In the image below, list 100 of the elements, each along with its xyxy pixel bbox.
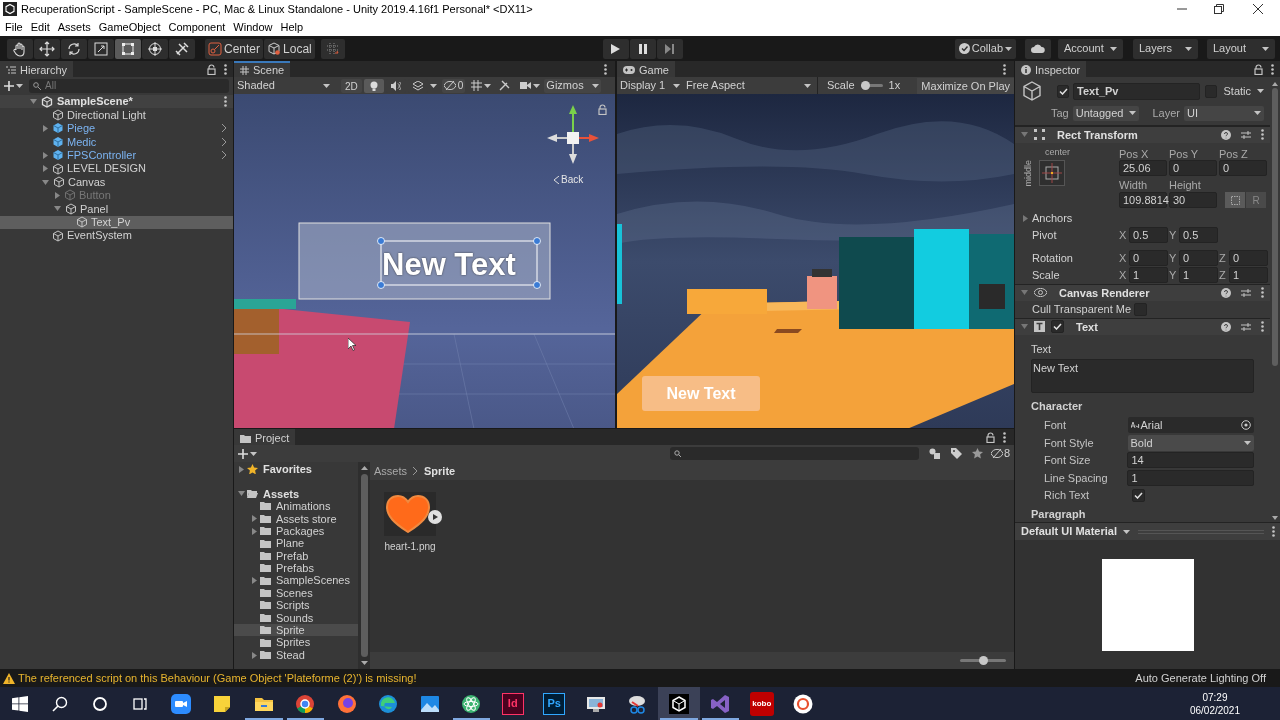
lock-icon[interactable] bbox=[1254, 63, 1263, 75]
folder-item[interactable]: Plane bbox=[234, 537, 358, 550]
tag-dropdown[interactable]: Untagged bbox=[1072, 105, 1140, 121]
camera-icon[interactable] bbox=[520, 81, 532, 90]
number-field[interactable]: 1 bbox=[1229, 267, 1268, 283]
play-button[interactable] bbox=[602, 38, 629, 59]
more-icon[interactable] bbox=[224, 96, 227, 108]
collapsed-arrow-icon[interactable] bbox=[1023, 214, 1028, 222]
folder-item[interactable]: Sounds bbox=[234, 611, 358, 625]
folder-item[interactable]: Packages bbox=[234, 524, 358, 538]
folder-item[interactable]: Favorites bbox=[234, 463, 358, 476]
asset-item[interactable]: heart-1.png bbox=[382, 492, 438, 652]
hierarchy-item[interactable]: Panel bbox=[0, 202, 233, 216]
collapsed-arrow-icon[interactable] bbox=[43, 151, 48, 159]
name-field[interactable]: Text_Pv bbox=[1073, 82, 1201, 100]
hidden-packages-button[interactable]: 8 bbox=[990, 445, 1010, 462]
console-message[interactable]: The referenced script on this Behaviour (Game Object 'Plateforme (2)') is missing! bbox=[18, 669, 417, 687]
display-dropdown[interactable]: Display 1 bbox=[620, 77, 682, 94]
taskbar-app[interactable] bbox=[658, 687, 700, 720]
scrollbar-thumb[interactable] bbox=[1272, 88, 1278, 366]
expanded-arrow-icon[interactable] bbox=[1021, 324, 1028, 330]
grid-icon[interactable] bbox=[471, 80, 483, 91]
help-icon[interactable] bbox=[1221, 129, 1231, 140]
more-icon[interactable] bbox=[1003, 431, 1006, 443]
font-field[interactable]: Arial bbox=[1127, 417, 1254, 434]
scroll-down-icon[interactable] bbox=[1272, 516, 1278, 520]
expanded-arrow-icon[interactable] bbox=[30, 99, 37, 105]
hierarchy-item[interactable]: Medic bbox=[0, 135, 233, 149]
toggle-button[interactable] bbox=[363, 78, 384, 93]
layout-dropdown[interactable]: Layout bbox=[1207, 38, 1275, 59]
tool-button[interactable] bbox=[34, 38, 60, 59]
more-icon[interactable] bbox=[1261, 321, 1264, 333]
taskbar-app[interactable]: Id bbox=[492, 687, 534, 720]
collapsed-arrow-icon[interactable] bbox=[43, 124, 48, 132]
collapsed-arrow-icon[interactable] bbox=[252, 577, 257, 585]
component-header[interactable]: Canvas Renderer bbox=[1015, 283, 1270, 301]
folder-item[interactable]: Prefab bbox=[234, 549, 358, 563]
collapsed-arrow-icon[interactable] bbox=[239, 465, 244, 473]
close-icon[interactable] bbox=[1253, 4, 1263, 14]
more-icon[interactable] bbox=[224, 63, 227, 75]
scroll-up-icon[interactable] bbox=[1272, 82, 1278, 86]
checkbox[interactable] bbox=[1051, 320, 1064, 334]
breadcrumb-link[interactable]: Sprite bbox=[424, 462, 456, 480]
folder-item[interactable]: Scripts bbox=[234, 599, 358, 612]
hierarchy-item[interactable]: Canvas bbox=[0, 175, 233, 189]
blueprint-button[interactable] bbox=[1225, 192, 1245, 208]
folder-item[interactable]: Animations bbox=[234, 500, 358, 513]
tools-icon[interactable] bbox=[499, 80, 511, 91]
number-field[interactable]: 30 bbox=[1169, 192, 1217, 208]
help-icon[interactable] bbox=[1221, 321, 1231, 332]
folder-item[interactable]: Prefabs bbox=[234, 562, 358, 575]
collab-button[interactable]: Collab bbox=[954, 38, 1016, 59]
presets-icon[interactable] bbox=[1241, 321, 1251, 332]
layers-dropdown[interactable]: Layers bbox=[1133, 38, 1198, 59]
breadcrumb-link[interactable]: Assets bbox=[374, 462, 407, 480]
shading-dropdown[interactable]: Shaded bbox=[237, 78, 333, 93]
checkbox[interactable] bbox=[1132, 489, 1145, 503]
help-icon[interactable] bbox=[1221, 287, 1231, 298]
lock-icon[interactable] bbox=[207, 63, 216, 75]
lock-icon[interactable] bbox=[986, 431, 995, 443]
more-icon[interactable] bbox=[1003, 63, 1006, 75]
menu-item[interactable]: Help bbox=[276, 18, 308, 36]
taskbar-app[interactable]: Ps bbox=[533, 687, 575, 720]
tool-button[interactable] bbox=[142, 38, 168, 59]
maximize-on-play-button[interactable]: Maximize On Play bbox=[917, 77, 1014, 94]
hierarchy-item[interactable]: Directional Light bbox=[0, 108, 233, 122]
checkbox[interactable] bbox=[1057, 84, 1070, 98]
collapsed-arrow-icon[interactable] bbox=[252, 515, 257, 523]
hierarchy-item[interactable]: EventSystem bbox=[0, 228, 233, 243]
filter-type-icon[interactable] bbox=[928, 448, 940, 459]
number-field[interactable]: 0 bbox=[1229, 250, 1268, 266]
more-icon[interactable] bbox=[1271, 63, 1274, 75]
static-dropdown[interactable]: Static bbox=[1223, 82, 1264, 100]
number-field[interactable]: 14 bbox=[1127, 452, 1254, 469]
hierarchy-item[interactable]: FPSController bbox=[0, 148, 233, 162]
icon-size-slider-thumb[interactable] bbox=[979, 656, 989, 665]
menu-item[interactable]: GameObject bbox=[94, 18, 165, 36]
folder-item[interactable]: SampleScenes bbox=[234, 574, 358, 587]
tag-icon[interactable] bbox=[950, 448, 962, 459]
target-icon[interactable] bbox=[1241, 420, 1251, 431]
number-field[interactable]: 0 bbox=[1219, 160, 1267, 176]
tool-button[interactable] bbox=[7, 38, 33, 59]
more-icon[interactable] bbox=[1261, 129, 1264, 141]
folder-item[interactable]: Assets store bbox=[234, 512, 358, 525]
hierarchy-tab[interactable]: Hierarchy bbox=[0, 61, 74, 77]
game-tab[interactable]: Game bbox=[617, 61, 675, 77]
layer-dropdown[interactable]: UI bbox=[1184, 105, 1264, 121]
text-area[interactable]: New Text bbox=[1031, 358, 1254, 393]
expanded-arrow-icon[interactable] bbox=[1021, 290, 1028, 296]
search-field[interactable] bbox=[669, 447, 919, 460]
menu-item[interactable]: File bbox=[1, 18, 27, 36]
number-field[interactable]: 1 bbox=[1179, 267, 1218, 283]
number-field[interactable]: 109.8814 bbox=[1119, 192, 1167, 208]
presets-icon[interactable] bbox=[1241, 287, 1251, 298]
collapsed-arrow-icon[interactable] bbox=[55, 191, 60, 199]
folder-item[interactable]: Scenes bbox=[234, 586, 358, 600]
anchor-presets-button[interactable] bbox=[1039, 160, 1065, 187]
hidden-objects-button[interactable]: 0 bbox=[441, 78, 466, 93]
scroll-up-icon[interactable] bbox=[360, 466, 368, 470]
collapsed-arrow-icon[interactable] bbox=[252, 651, 257, 659]
